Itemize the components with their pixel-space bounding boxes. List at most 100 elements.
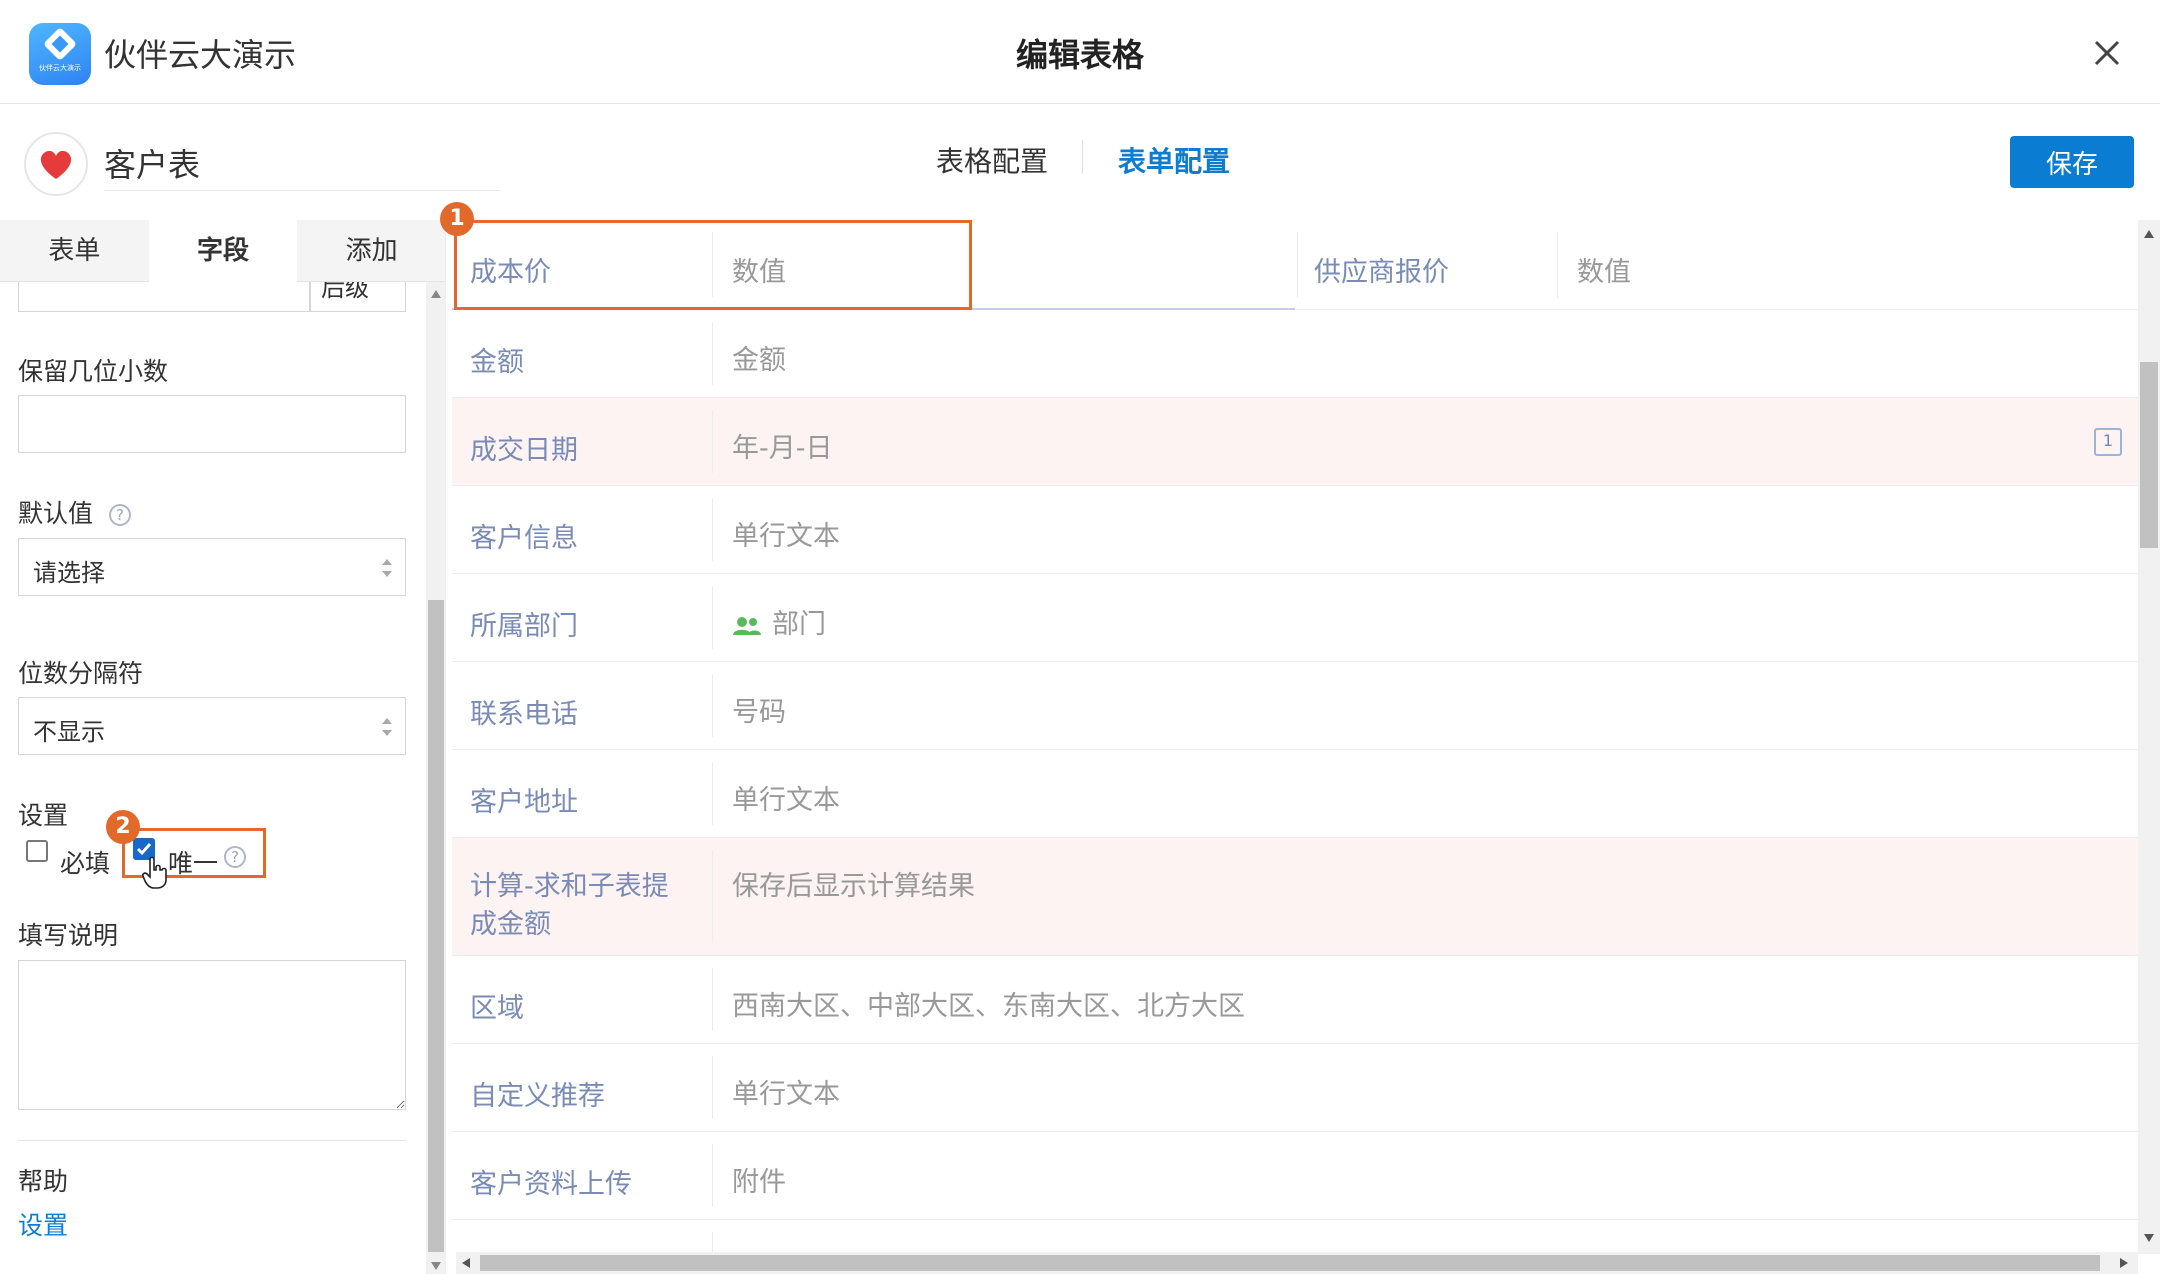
form-grid: 成本价 数值 供应商报价 数值 金额 金额 成交日期 年-月-日 1 客户信息 … — [452, 220, 2138, 1252]
description-textarea[interactable] — [18, 960, 406, 1110]
cell-divider — [712, 322, 713, 385]
decimal-input[interactable] — [18, 395, 406, 453]
left-tab-form[interactable]: 表单 — [0, 220, 149, 282]
form-icon — [24, 132, 88, 196]
form-row[interactable]: 自定义推荐 单行文本 — [452, 1044, 2138, 1132]
cell-divider — [712, 1144, 713, 1207]
partial-select[interactable]: 后级 — [310, 282, 406, 312]
tab-table-config[interactable]: 表格配置 — [936, 140, 1048, 180]
field-label: 区域 — [470, 993, 524, 1024]
department-value: 部门 — [732, 602, 826, 641]
select-arrows-icon — [382, 559, 392, 577]
right-scrollbar[interactable] — [2138, 220, 2160, 1254]
field-placeholder: 部门 — [772, 609, 826, 640]
form-row[interactable]: 金额 金额 — [452, 310, 2138, 398]
save-button[interactable]: 保存 — [2010, 136, 2134, 188]
help-settings-link[interactable]: 设置 — [18, 1206, 68, 1242]
partial-input[interactable] — [18, 282, 310, 312]
decimal-label: 保留几位小数 — [18, 357, 169, 386]
right-scrollbar-thumb[interactable] — [2140, 362, 2158, 548]
form-row[interactable]: 联系电话 号码 — [452, 662, 2138, 750]
left-tab-add[interactable]: 添加 — [297, 220, 445, 282]
cell-divider — [1557, 232, 1558, 298]
separator-select-text: 不显示 — [33, 718, 105, 746]
separator-select[interactable]: 不显示 — [18, 697, 406, 755]
field-placeholder: 附件 — [732, 1167, 786, 1198]
field-label: 客户地址 — [470, 787, 578, 818]
dialog-title: 编辑表格 — [1015, 36, 1144, 74]
left-scrollbar-thumb[interactable] — [428, 600, 444, 1252]
required-label: 必填 — [60, 849, 111, 878]
annotation-badge-2: 2 — [106, 810, 140, 844]
left-panel: 表单 字段 添加 后级 保留几位小数 默认值 ? 请选择 位数分隔符 不显示 设… — [0, 220, 446, 1274]
field-placeholder: 单行文本 — [732, 785, 840, 816]
default-value-select-text: 请选择 — [33, 559, 105, 587]
field-label: 客户信息 — [470, 523, 578, 554]
left-tabs: 表单 字段 添加 — [0, 220, 445, 282]
field-placeholder: 单行文本 — [732, 1079, 840, 1110]
field-placeholder: 号码 — [732, 697, 786, 728]
default-value-select[interactable]: 请选择 — [18, 538, 406, 596]
cell-divider — [712, 586, 713, 649]
field-placeholder: 金额 — [732, 345, 786, 376]
cell-divider — [1297, 232, 1298, 298]
unique-label: 唯一 — [168, 849, 219, 878]
annotation-box-1 — [454, 220, 972, 310]
form-row[interactable]: 客户信息 单行文本 — [452, 486, 2138, 574]
cell-divider — [712, 850, 713, 943]
form-row[interactable]: 所属部门 部门 — [452, 574, 2138, 662]
horizontal-scrollbar-thumb[interactable] — [480, 1255, 2100, 1271]
form-row[interactable]: 区域 西南大区、中部大区、东南大区、北方大区 — [452, 956, 2138, 1044]
help-label: 帮助 — [18, 1167, 69, 1196]
select-arrows-icon — [382, 718, 392, 736]
default-value-label: 默认值 ? — [18, 494, 131, 530]
close-icon[interactable] — [2088, 34, 2126, 72]
annotation-badge-1: 1 — [440, 202, 474, 236]
cell-divider — [712, 1232, 713, 1252]
help-icon[interactable]: ? — [108, 504, 131, 526]
hand-cursor-icon — [142, 856, 167, 889]
form-row[interactable]: 成交日期 年-月-日 1 — [452, 398, 2138, 486]
field-placeholder: 西南大区、中部大区、东南大区、北方大区 — [732, 991, 1245, 1022]
field-placeholder: 数值 — [1577, 257, 1631, 288]
tab-form-config[interactable]: 表单配置 — [1118, 140, 1230, 180]
field-label: 金额 — [470, 347, 524, 378]
settings-label: 设置 — [18, 801, 69, 830]
form-row[interactable]: 计算-求和子表提 成金额 保存后显示计算结果 — [452, 838, 2138, 956]
field-placeholder: 年-月-日 — [732, 433, 833, 464]
partial-select-value: 后级 — [321, 282, 369, 302]
left-scrollbar[interactable] — [426, 282, 445, 1274]
field-placeholder: 单行文本 — [732, 521, 840, 552]
field-label: 计算-求和子表提 成金额 — [470, 868, 669, 944]
form-name[interactable]: 客户表 — [104, 140, 200, 186]
heart-icon — [40, 150, 72, 179]
field-label-line1: 计算-求和子表提 — [470, 871, 669, 902]
form-row[interactable] — [452, 1220, 2138, 1252]
description-label: 填写说明 — [18, 921, 119, 950]
form-header: 客户表 表格配置 表单配置 保存 — [0, 104, 2160, 220]
form-row[interactable]: 客户资料上传 附件 — [452, 1132, 2138, 1220]
required-checkbox[interactable] — [26, 840, 48, 862]
cell-divider — [712, 674, 713, 737]
title-bar: 伙伴云大演示 伙伴云大演示 编辑表格 — [0, 0, 2160, 104]
cell-divider — [712, 1056, 713, 1119]
help-icon[interactable]: ? — [224, 846, 246, 868]
calendar-icon[interactable]: 1 — [2094, 428, 2122, 456]
horizontal-scrollbar[interactable] — [456, 1252, 2138, 1274]
field-label: 成交日期 — [470, 435, 578, 466]
field-label: 联系电话 — [470, 699, 578, 730]
cell-divider — [712, 762, 713, 825]
default-value-text: 默认值 — [18, 499, 94, 528]
form-row[interactable]: 客户地址 单行文本 — [452, 750, 2138, 838]
field-label: 客户资料上传 — [470, 1169, 632, 1200]
field-label-line2: 成金额 — [470, 909, 551, 940]
divider — [18, 1140, 406, 1141]
department-icon — [733, 616, 761, 635]
tab-divider — [1082, 140, 1083, 174]
left-tab-fields[interactable]: 字段 — [148, 220, 298, 282]
field-label: 供应商报价 — [1314, 257, 1449, 288]
cell-divider — [712, 498, 713, 561]
field-label: 自定义推荐 — [470, 1081, 605, 1112]
cell-divider — [712, 410, 713, 473]
form-name-underline — [104, 190, 500, 191]
